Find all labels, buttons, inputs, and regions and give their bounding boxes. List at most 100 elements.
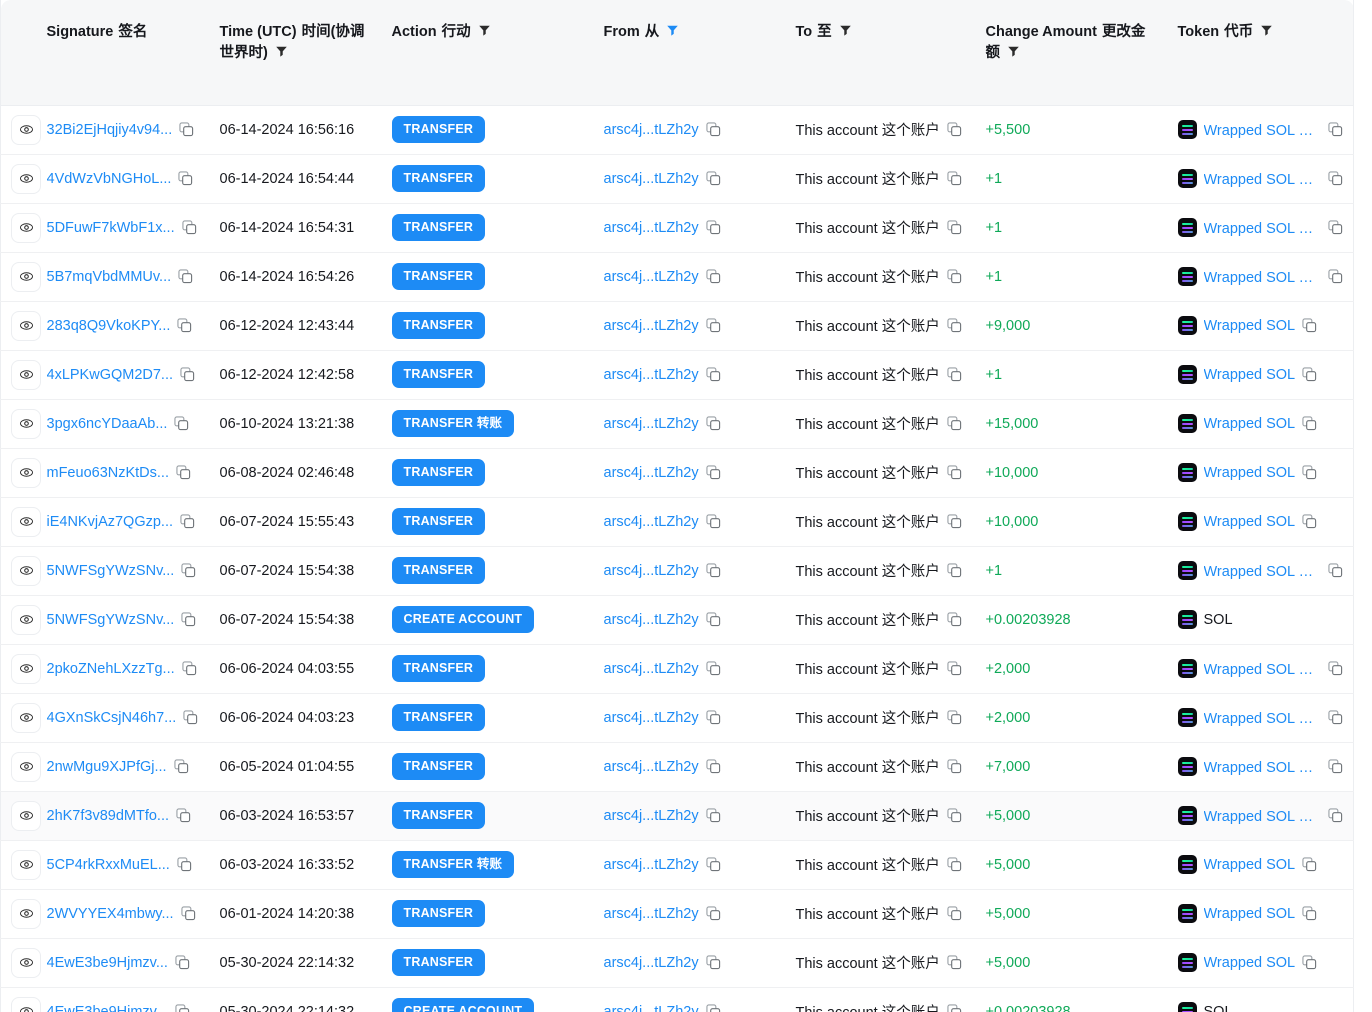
copy-icon[interactable] [174, 759, 189, 774]
from-address-link[interactable]: arsc4j...tLZh2y [604, 514, 699, 530]
table-row[interactable]: 4xLPKwGQM2D7...06-12-2024 12:42:58TRANSF… [1, 350, 1354, 399]
from-address-link[interactable]: arsc4j...tLZh2y [604, 122, 699, 138]
copy-icon[interactable] [706, 759, 721, 774]
filter-icon[interactable] [839, 24, 852, 37]
copy-icon[interactable] [947, 465, 962, 480]
token-link[interactable]: Wrapped SOL 封装... [1204, 266, 1322, 287]
preview-row-button[interactable] [11, 948, 41, 978]
copy-icon[interactable] [947, 1004, 962, 1012]
filter-icon[interactable] [1260, 24, 1273, 37]
preview-row-button[interactable] [11, 899, 41, 929]
copy-icon[interactable] [947, 122, 962, 137]
table-row[interactable]: 2nwMgu9XJPfGj...06-05-2024 01:04:55TRANS… [1, 742, 1354, 791]
preview-row-button[interactable] [11, 997, 41, 1012]
copy-icon[interactable] [706, 1004, 721, 1012]
copy-icon[interactable] [182, 661, 197, 676]
action-badge[interactable]: TRANSFER [392, 312, 486, 339]
token-link[interactable]: Wrapped SOL [1204, 465, 1296, 481]
action-badge[interactable]: TRANSFER 转账 [392, 410, 515, 437]
copy-icon[interactable] [706, 710, 721, 725]
copy-icon[interactable] [1328, 122, 1343, 137]
copy-icon[interactable] [947, 710, 962, 725]
signature-link[interactable]: 5DFuwF7kWbF1x... [47, 220, 175, 236]
table-row[interactable]: 2pkoZNehLXzzTg...06-06-2024 04:03:55TRAN… [1, 644, 1354, 693]
table-row[interactable]: 4EwE3be9Hjmzv...05-30-2024 22:14:32TRANS… [1, 938, 1354, 987]
from-address-link[interactable]: arsc4j...tLZh2y [604, 1004, 699, 1012]
copy-icon[interactable] [1328, 269, 1343, 284]
table-row[interactable]: 2hK7f3v89dMTfo...06-03-2024 16:53:57TRAN… [1, 791, 1354, 840]
copy-icon[interactable] [181, 563, 196, 578]
table-row[interactable]: mFeuo63NzKtDs...06-08-2024 02:46:48TRANS… [1, 448, 1354, 497]
from-address-link[interactable]: arsc4j...tLZh2y [604, 857, 699, 873]
signature-link[interactable]: 32Bi2EjHqjiy4v94... [47, 122, 173, 138]
copy-icon[interactable] [1302, 514, 1317, 529]
action-badge[interactable]: TRANSFER [392, 361, 486, 388]
signature-link[interactable]: 2pkoZNehLXzzTg... [47, 661, 175, 677]
action-badge[interactable]: TRANSFER [392, 116, 486, 143]
copy-icon[interactable] [706, 955, 721, 970]
copy-icon[interactable] [947, 759, 962, 774]
from-address-link[interactable]: arsc4j...tLZh2y [604, 367, 699, 383]
token-link[interactable]: Wrapped SOL 封装... [1204, 805, 1322, 826]
copy-icon[interactable] [176, 465, 191, 480]
action-badge[interactable]: TRANSFER [392, 900, 486, 927]
token-link[interactable]: Wrapped SOL 封装... [1204, 168, 1322, 189]
copy-icon[interactable] [706, 122, 721, 137]
signature-link[interactable]: 4EwE3be9Hjmzv... [47, 955, 168, 971]
filter-icon-active[interactable] [666, 24, 679, 37]
action-badge[interactable]: TRANSFER [392, 263, 486, 290]
token-link[interactable]: Wrapped SOL [1204, 857, 1296, 873]
action-badge[interactable]: TRANSFER [392, 165, 486, 192]
preview-row-button[interactable] [11, 164, 41, 194]
signature-link[interactable]: 5CP4rkRxxMuEL... [47, 857, 170, 873]
table-row[interactable]: 5DFuwF7kWbF1x...06-14-2024 16:54:31TRANS… [1, 203, 1354, 252]
copy-icon[interactable] [1328, 661, 1343, 676]
signature-link[interactable]: 4GXnSkCsjN46h7... [47, 710, 177, 726]
copy-icon[interactable] [706, 269, 721, 284]
preview-row-button[interactable] [11, 703, 41, 733]
preview-row-button[interactable] [11, 507, 41, 537]
copy-icon[interactable] [1328, 220, 1343, 235]
signature-link[interactable]: 4EwE3be9Hjmzv... [47, 1004, 168, 1012]
copy-icon[interactable] [183, 710, 198, 725]
preview-row-button[interactable] [11, 556, 41, 586]
preview-row-button[interactable] [11, 605, 41, 635]
copy-icon[interactable] [947, 514, 962, 529]
copy-icon[interactable] [706, 318, 721, 333]
signature-link[interactable]: 4xLPKwGQM2D7... [47, 367, 174, 383]
signature-link[interactable]: 5NWFSgYWzSNv... [47, 563, 175, 579]
copy-icon[interactable] [706, 465, 721, 480]
copy-icon[interactable] [178, 171, 193, 186]
copy-icon[interactable] [706, 808, 721, 823]
copy-icon[interactable] [174, 416, 189, 431]
from-address-link[interactable]: arsc4j...tLZh2y [604, 906, 699, 922]
from-address-link[interactable]: arsc4j...tLZh2y [604, 171, 699, 187]
token-link[interactable]: Wrapped SOL [1204, 416, 1296, 432]
signature-link[interactable]: 2nwMgu9XJPfGj... [47, 759, 167, 775]
token-link[interactable]: Wrapped SOL 封装... [1204, 560, 1322, 581]
from-address-link[interactable]: arsc4j...tLZh2y [604, 808, 699, 824]
from-address-link[interactable]: arsc4j...tLZh2y [604, 563, 699, 579]
signature-link[interactable]: 3pgx6ncYDaaAb... [47, 416, 168, 432]
action-badge[interactable]: CREATE ACCOUNT [392, 606, 535, 633]
token-link[interactable]: Wrapped SOL [1204, 906, 1296, 922]
from-address-link[interactable]: arsc4j...tLZh2y [604, 612, 699, 628]
copy-icon[interactable] [180, 514, 195, 529]
copy-icon[interactable] [1302, 465, 1317, 480]
preview-row-button[interactable] [11, 409, 41, 439]
table-row[interactable]: 5B7mqVbdMMUv...06-14-2024 16:54:26TRANSF… [1, 252, 1354, 301]
signature-link[interactable]: 2hK7f3v89dMTfo... [47, 808, 170, 824]
copy-icon[interactable] [706, 661, 721, 676]
signature-link[interactable]: iE4NKvjAz7QGzp... [47, 514, 174, 530]
copy-icon[interactable] [1302, 906, 1317, 921]
copy-icon[interactable] [179, 122, 194, 137]
copy-icon[interactable] [1302, 318, 1317, 333]
from-address-link[interactable]: arsc4j...tLZh2y [604, 318, 699, 334]
copy-icon[interactable] [947, 367, 962, 382]
copy-icon[interactable] [947, 269, 962, 284]
table-row[interactable]: 4GXnSkCsjN46h7...06-06-2024 04:03:23TRAN… [1, 693, 1354, 742]
action-badge[interactable]: TRANSFER [392, 557, 486, 584]
action-badge[interactable]: TRANSFER [392, 459, 486, 486]
table-row[interactable]: 32Bi2EjHqjiy4v94...06-14-2024 16:56:16TR… [1, 105, 1354, 154]
copy-icon[interactable] [947, 906, 962, 921]
